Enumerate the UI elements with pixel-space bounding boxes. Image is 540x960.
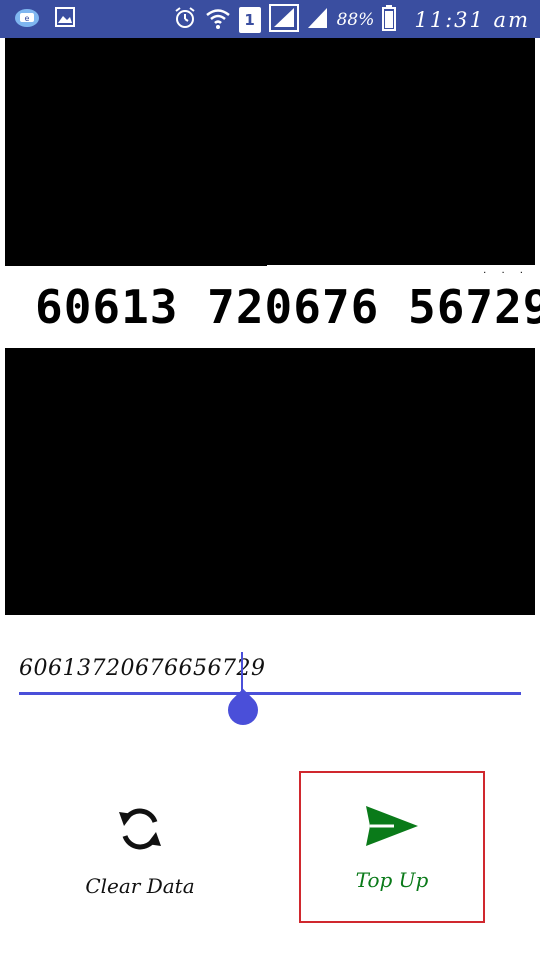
battery-icon (382, 5, 397, 35)
voucher-number-field[interactable]: 60613720676656729 (19, 648, 521, 732)
signal-icon (268, 4, 299, 36)
alarm-icon (173, 6, 197, 34)
battery-percent: 88% (336, 10, 375, 30)
send-icon (364, 802, 420, 854)
svg-text:e: e (25, 14, 30, 23)
scan-strip-edge (5, 263, 267, 266)
scanned-number: 60613 720676 56729 (35, 280, 540, 334)
wifi-icon (205, 6, 231, 34)
clear-data-label: Clear Data (85, 874, 195, 898)
clock: 11:31 am (414, 8, 530, 32)
input-underline (19, 692, 521, 695)
sim-icon: 1 (238, 7, 261, 33)
camera-preview[interactable]: · · · 60613 720676 56729 (5, 38, 540, 615)
status-bar: e 1 88% 11:31 am (0, 0, 540, 38)
signal-icon-2 (307, 6, 329, 34)
top-up-label: Top Up (355, 868, 429, 892)
clear-data-button[interactable]: Clear Data (40, 775, 240, 925)
voucher-number-value[interactable]: 60613720676656729 (19, 656, 265, 681)
cursor-handle[interactable] (221, 688, 265, 732)
app-notification-icon: e (14, 6, 40, 32)
scan-strip-dots: · · · (483, 268, 529, 279)
top-up-button[interactable]: Top Up (299, 771, 485, 923)
image-notification-icon (54, 6, 76, 32)
refresh-icon (117, 802, 163, 860)
text-cursor (241, 652, 243, 692)
